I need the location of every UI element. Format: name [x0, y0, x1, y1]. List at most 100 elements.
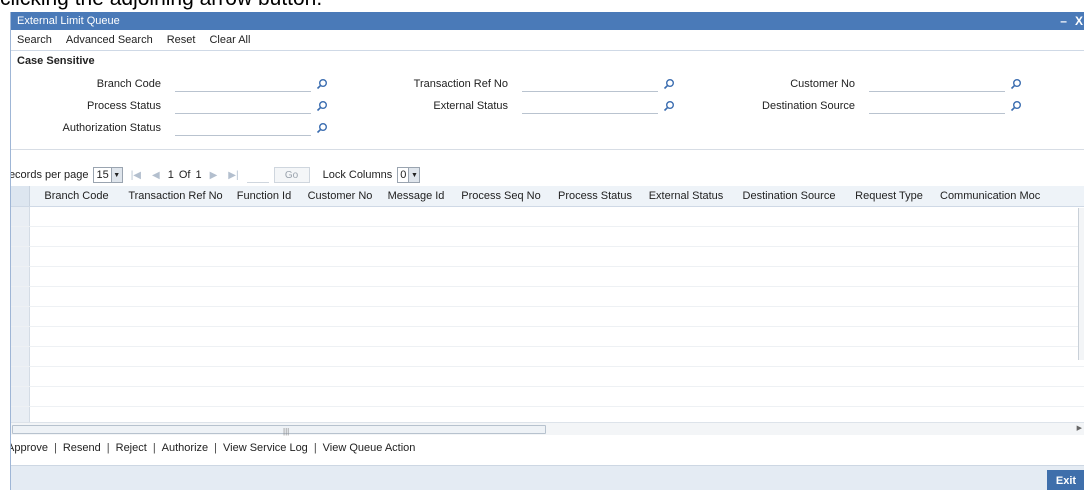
row-selector[interactable]	[11, 307, 30, 326]
view-queue-action-button[interactable]: View Queue Action	[323, 442, 416, 454]
first-page-icon[interactable]: |◀	[131, 170, 141, 181]
magnifier-icon[interactable]	[315, 99, 329, 113]
col-destination-source[interactable]: Destination Source	[732, 190, 846, 202]
advanced-search-button[interactable]: Advanced Search	[66, 34, 153, 46]
separator: |	[53, 442, 57, 454]
search-button[interactable]: Search	[17, 34, 52, 46]
vertical-scrollbar[interactable]	[1078, 208, 1084, 360]
clear-all-button[interactable]: Clear All	[209, 34, 250, 46]
row-selector[interactable]	[11, 227, 30, 246]
records-per-page-label: Records per page	[10, 169, 89, 181]
grid-header: Branch Code Transaction Ref No Function …	[11, 186, 1084, 207]
process-status-input[interactable]	[175, 98, 311, 114]
minimize-button[interactable]: –	[1060, 14, 1067, 28]
magnifier-icon[interactable]	[1009, 99, 1023, 113]
resend-button[interactable]: Resend	[63, 442, 101, 454]
scrollbar-thumb[interactable]: |||	[12, 425, 546, 436]
table-row[interactable]	[11, 307, 1084, 327]
lock-columns-select[interactable]: 0 ▼	[397, 167, 421, 183]
table-row[interactable]	[11, 247, 1084, 267]
col-transaction-ref-no[interactable]: Transaction Ref No	[123, 190, 228, 202]
go-button[interactable]: Go	[273, 167, 310, 183]
col-communication-mode[interactable]: Communication Moc	[932, 190, 1060, 202]
view-service-log-button[interactable]: View Service Log	[223, 442, 308, 454]
table-row[interactable]	[11, 267, 1084, 287]
row-selector[interactable]	[11, 347, 30, 366]
document-text-fragment: clicking the adjoining arrow button.	[0, 0, 322, 12]
separator: |	[152, 442, 156, 454]
table-row[interactable]	[11, 387, 1084, 407]
reset-button[interactable]: Reset	[167, 34, 196, 46]
row-selector[interactable]	[11, 207, 30, 226]
destination-source-input[interactable]	[869, 98, 1005, 114]
records-per-page-select[interactable]: 15 ▼	[93, 167, 123, 183]
col-request-type[interactable]: Request Type	[846, 190, 932, 202]
lock-columns-label: Lock Columns	[322, 169, 393, 181]
table-row[interactable]	[11, 327, 1084, 347]
table-row[interactable]	[11, 227, 1084, 247]
chevron-down-icon: ▼	[408, 168, 420, 182]
process-status-label: Process Status	[87, 100, 161, 112]
row-selector[interactable]	[11, 327, 30, 346]
col-message-id[interactable]: Message Id	[380, 190, 452, 202]
chevron-down-icon: ▼	[110, 168, 122, 182]
customer-no-row: Customer No	[705, 75, 1023, 93]
table-row[interactable]	[11, 287, 1084, 307]
previous-page-icon[interactable]: ◀	[152, 170, 160, 181]
approve-button[interactable]: Approve	[11, 442, 48, 454]
authorization-status-row: Authorization Status	[11, 119, 329, 137]
transaction-ref-no-input[interactable]	[522, 76, 658, 92]
next-page-icon[interactable]: ▶	[210, 170, 218, 181]
row-selector[interactable]	[11, 387, 30, 406]
lock-columns-value: 0	[400, 169, 407, 181]
external-status-row: External Status	[358, 97, 676, 115]
magnifier-icon[interactable]	[662, 77, 676, 91]
destination-source-row: Destination Source	[705, 97, 1023, 115]
customer-no-input[interactable]	[869, 76, 1005, 92]
col-process-seq-no[interactable]: Process Seq No	[452, 190, 550, 202]
authorize-button[interactable]: Authorize	[162, 442, 208, 454]
window-titlebar: External Limit Queue – X	[11, 12, 1084, 30]
row-selector[interactable]	[11, 287, 30, 306]
col-branch-code[interactable]: Branch Code	[30, 190, 123, 202]
table-row[interactable]	[11, 207, 1084, 227]
col-function-id[interactable]: Function Id	[228, 190, 300, 202]
external-status-label: External Status	[433, 100, 508, 112]
search-toolbar: Search Advanced Search Reset Clear All	[11, 30, 1084, 51]
col-external-status[interactable]: External Status	[640, 190, 732, 202]
separator: |	[313, 442, 317, 454]
scroll-right-icon[interactable]: ▶	[1077, 424, 1082, 432]
of-label: Of	[178, 169, 191, 181]
magnifier-icon[interactable]	[1009, 77, 1023, 91]
horizontal-scrollbar[interactable]: ◀ ||| ▶	[11, 422, 1084, 436]
reject-button[interactable]: Reject	[116, 442, 147, 454]
table-row[interactable]	[11, 347, 1084, 367]
branch-code-row: Branch Code	[11, 75, 329, 93]
case-sensitive-heading: Case Sensitive	[17, 55, 95, 67]
branch-code-input[interactable]	[175, 76, 311, 92]
row-selector[interactable]	[11, 247, 30, 266]
page-number-input[interactable]	[246, 168, 269, 183]
magnifier-icon[interactable]	[662, 99, 676, 113]
queue-actions: Approve | Resend | Reject | Authorize | …	[11, 439, 416, 457]
authorization-status-input[interactable]	[175, 120, 311, 136]
search-criteria: Branch Code Process Status Authorization…	[11, 69, 1084, 150]
row-selector[interactable]	[11, 407, 30, 422]
transaction-ref-no-label: Transaction Ref No	[413, 78, 508, 90]
row-selector[interactable]	[11, 267, 30, 286]
magnifier-icon[interactable]	[315, 77, 329, 91]
records-per-page-value: 15	[96, 169, 109, 181]
close-button[interactable]: X	[1075, 14, 1083, 28]
exit-button[interactable]: Exit	[1047, 470, 1084, 490]
col-process-status[interactable]: Process Status	[550, 190, 640, 202]
select-all-cell[interactable]	[11, 186, 30, 206]
current-page: 1	[167, 169, 174, 181]
last-page-icon[interactable]: ▶|	[228, 170, 238, 181]
external-status-input[interactable]	[522, 98, 658, 114]
table-row[interactable]	[11, 407, 1084, 422]
table-row[interactable]	[11, 367, 1084, 387]
row-selector[interactable]	[11, 367, 30, 386]
magnifier-icon[interactable]	[315, 121, 329, 135]
process-status-row: Process Status	[11, 97, 329, 115]
col-customer-no[interactable]: Customer No	[300, 190, 380, 202]
